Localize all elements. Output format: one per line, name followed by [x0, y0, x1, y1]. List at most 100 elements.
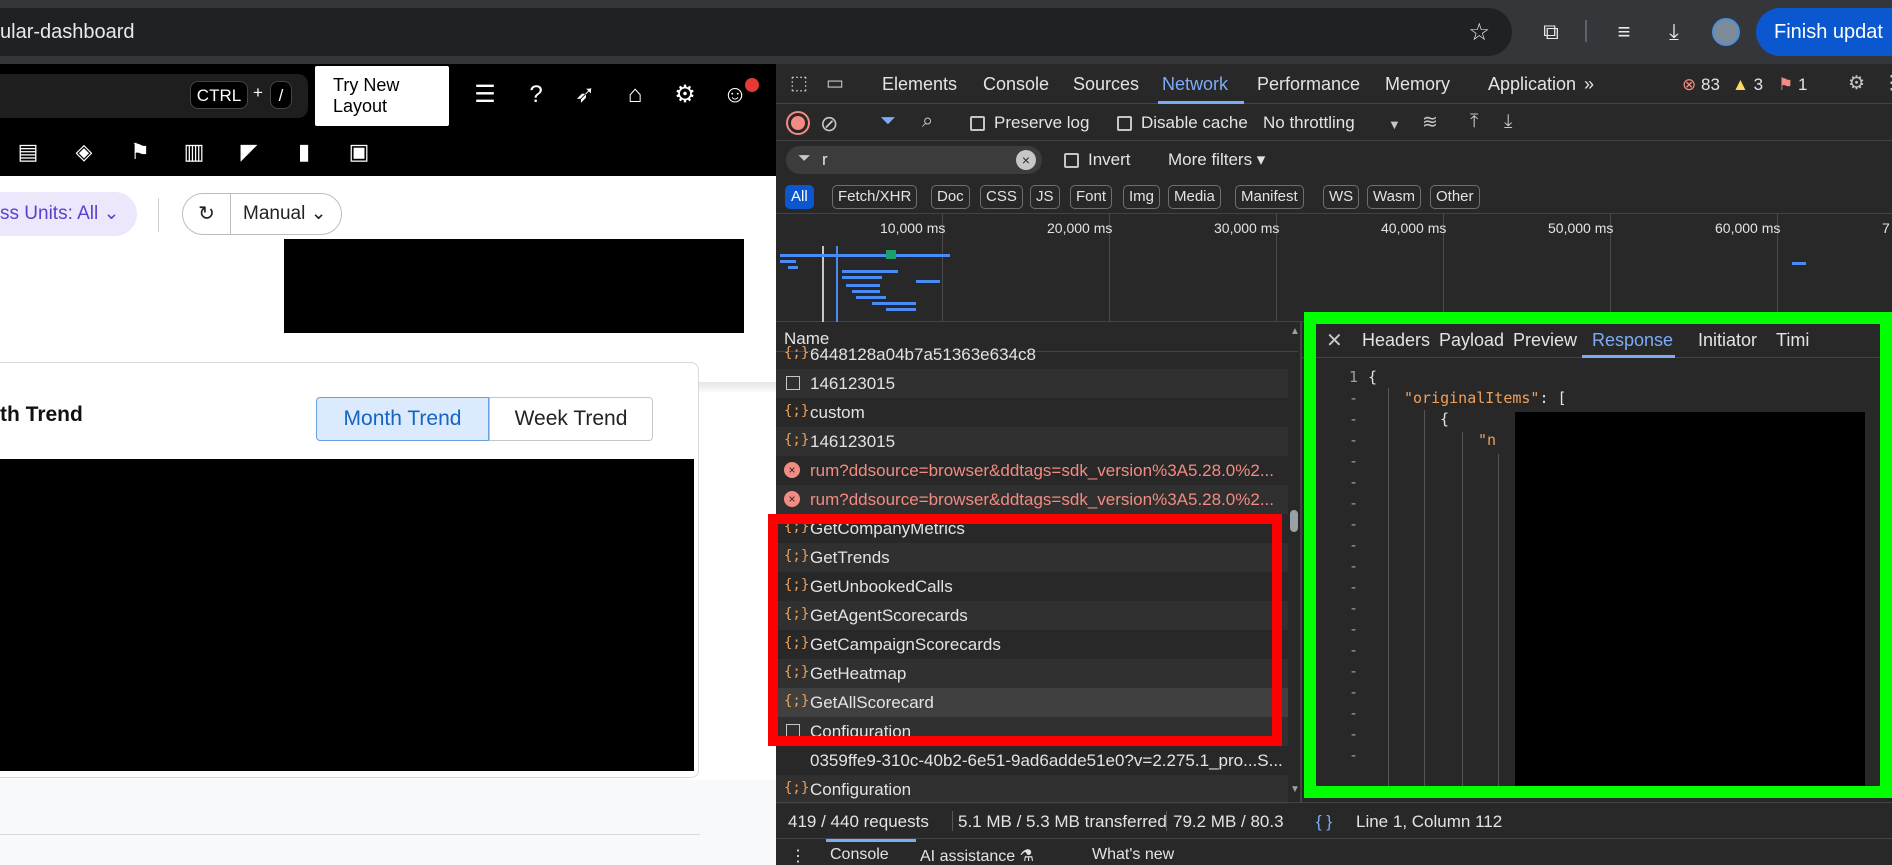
export-har-icon[interactable]: ⤓ — [1504, 111, 1512, 133]
bar-chart-icon[interactable]: ▥ — [180, 138, 208, 166]
drawer-menu-icon[interactable]: ⋮ — [790, 846, 806, 865]
network-conditions-icon[interactable]: ≋ — [1422, 111, 1438, 134]
cube-icon[interactable]: ◈ — [70, 138, 98, 166]
megaphone-icon[interactable]: ◤ — [235, 138, 263, 166]
issue-count[interactable]: ⚑ 1 — [1778, 75, 1807, 95]
devtools-tab-bar: ⬚ ▭ Elements Console Sources Network Per… — [776, 64, 1892, 104]
bookmark-star-icon[interactable]: ☆ — [1468, 18, 1490, 47]
tab-network[interactable]: Network — [1162, 74, 1228, 95]
tab-application[interactable]: Application — [1488, 74, 1576, 95]
folder-star-icon[interactable]: ▣ — [345, 138, 373, 166]
request-row[interactable]: {;} 146123015 — [776, 427, 1288, 456]
request-row[interactable]: {;} 6448128a04b7a51363e634c8 — [776, 340, 1288, 369]
refresh-mode-control[interactable]: ↻ Manual ⌄ — [182, 193, 342, 235]
request-row[interactable]: 0359ffe9-310c-40b2-6e51-9ad6adde51e0?v=2… — [776, 746, 1288, 775]
type-filter-wasm[interactable]: Wasm — [1367, 185, 1421, 209]
error-icon: ⊗ — [1682, 75, 1697, 94]
request-name: custom — [810, 403, 865, 422]
clear-filter-icon[interactable]: × — [1016, 150, 1036, 170]
preserve-log-checkbox[interactable] — [970, 116, 985, 131]
url-text[interactable]: ular-dashboard — [0, 21, 135, 44]
scroll-down-icon[interactable]: ▼ — [1290, 784, 1300, 795]
request-list-scrollbar[interactable] — [1290, 510, 1298, 532]
devtools-drawer: ⋮ Console AI assistance ⚗ What's new — [776, 838, 1892, 865]
section-divider — [0, 834, 700, 835]
more-tabs-icon[interactable]: » — [1584, 74, 1594, 95]
more-filters-dropdown[interactable]: More filters ▾ — [1168, 150, 1265, 170]
type-filter-img[interactable]: Img — [1123, 185, 1161, 209]
tab-performance[interactable]: Performance — [1257, 74, 1360, 95]
extensions-icon[interactable]: ⧉ — [1537, 16, 1565, 48]
flag-icon[interactable]: ⚑ — [126, 138, 154, 166]
chevron-down-icon: ⌄ — [98, 203, 120, 224]
type-filter-other[interactable]: Other — [1430, 185, 1480, 209]
document-icon[interactable]: ▮ — [290, 138, 318, 166]
xhr-icon: {;} — [784, 345, 810, 361]
device-toolbar-icon[interactable]: ▭ — [826, 72, 844, 95]
stop-recording-icon[interactable] — [788, 113, 808, 133]
filter-icon[interactable]: ⏷ — [880, 110, 896, 133]
tab-sources[interactable]: Sources — [1073, 74, 1139, 95]
request-row[interactable]: × rum?ddsource=browser&ddtags=sdk_version… — [776, 456, 1288, 485]
request-row[interactable]: {;} Configuration — [776, 775, 1288, 804]
drawer-tab-ai-assistance[interactable]: AI assistance ⚗ — [920, 846, 1034, 865]
clipboard-icon[interactable]: ▤ — [14, 138, 42, 166]
tab-elements[interactable]: Elements — [882, 74, 957, 95]
refresh-icon[interactable]: ↻ — [183, 194, 231, 234]
drawer-tab-console[interactable]: Console — [830, 846, 889, 864]
kebab-menu-icon[interactable]: ⋮ — [1882, 72, 1892, 95]
type-filter-css[interactable]: CSS — [980, 185, 1023, 209]
disable-cache-checkbox[interactable] — [1117, 116, 1132, 131]
help-icon[interactable]: ? — [521, 80, 551, 110]
week-trend-toggle[interactable]: Week Trend — [489, 397, 653, 441]
network-overview-timeline[interactable]: 10,000 ms 20,000 ms 30,000 ms 40,000 ms … — [776, 214, 1892, 322]
scroll-up-icon[interactable]: ▲ — [1290, 326, 1300, 337]
download-icon[interactable]: ⤓ — [1660, 16, 1688, 48]
profile-avatar[interactable] — [1712, 18, 1740, 46]
error-count[interactable]: ⊗ 83 — [1682, 75, 1720, 95]
reading-list-icon[interactable]: ≡ — [1610, 16, 1638, 48]
request-bar — [842, 270, 898, 273]
type-filter-font[interactable]: Font — [1070, 185, 1113, 209]
import-har-icon[interactable]: ⤒ — [1470, 111, 1478, 133]
xhr-icon: {;} — [784, 780, 810, 796]
rocket-icon[interactable]: ➶ — [570, 80, 600, 110]
search-list-icon[interactable]: ☰ — [470, 80, 500, 110]
warning-count[interactable]: ▲ 3 — [1732, 75, 1763, 95]
filter-value[interactable]: r — [822, 150, 828, 170]
month-trend-toggle[interactable]: Month Trend — [316, 397, 489, 441]
type-filter-ws[interactable]: WS — [1323, 185, 1360, 209]
request-name: 0359ffe9-310c-40b2-6e51-9ad6adde51e0?v=2… — [810, 751, 1283, 770]
type-filter-fetch-xhr[interactable]: Fetch/XHR — [832, 185, 918, 209]
type-filter-js[interactable]: JS — [1030, 185, 1060, 209]
throttling-select[interactable]: No throttling — [1263, 113, 1355, 133]
type-filter-all[interactable]: All — [785, 185, 814, 209]
request-row[interactable]: × rum?ddsource=browser&ddtags=sdk_version… — [776, 485, 1288, 514]
invert-checkbox[interactable] — [1064, 153, 1079, 168]
chevron-down-icon[interactable]: ▼ — [1388, 117, 1401, 132]
address-bar[interactable]: ular-dashboard ☆ — [0, 8, 1512, 56]
network-status-bar: 419 / 440 requests 5.1 MB / 5.3 MB trans… — [776, 802, 1892, 838]
type-filter-manifest[interactable]: Manifest — [1235, 185, 1304, 209]
active-drawer-tab-indicator — [826, 839, 916, 842]
drawer-tab-whats-new[interactable]: What's new — [1092, 846, 1174, 864]
business-units-filter[interactable]: ss Units: All ⌄ — [0, 192, 137, 236]
clear-icon[interactable]: ⊘ — [820, 111, 838, 137]
tab-console[interactable]: Console — [983, 74, 1049, 95]
request-row[interactable]: 146123015 — [776, 369, 1288, 398]
inspect-element-icon[interactable]: ⬚ — [790, 72, 808, 95]
try-new-layout-button[interactable]: Try New Layout — [315, 66, 449, 126]
request-row[interactable]: {;} custom — [776, 398, 1288, 427]
type-filter-doc[interactable]: Doc — [931, 185, 970, 209]
pretty-print-icon[interactable]: { } — [1316, 812, 1332, 832]
finish-update-button[interactable]: Finish updat — [1756, 8, 1892, 56]
store-icon[interactable]: ⌂ — [620, 80, 650, 110]
search-icon[interactable]: ⌕ — [922, 110, 933, 133]
tab-memory[interactable]: Memory — [1385, 74, 1450, 95]
filter-input[interactable]: ⏷ r × — [786, 146, 1042, 174]
gear-icon[interactable]: ⚙ — [670, 80, 700, 110]
settings-gear-icon[interactable]: ⚙ — [1848, 72, 1865, 95]
refresh-mode-select[interactable]: Manual ⌄ — [243, 194, 327, 234]
type-filter-media[interactable]: Media — [1168, 185, 1221, 209]
request-count: 419 / 440 requests — [788, 812, 929, 831]
